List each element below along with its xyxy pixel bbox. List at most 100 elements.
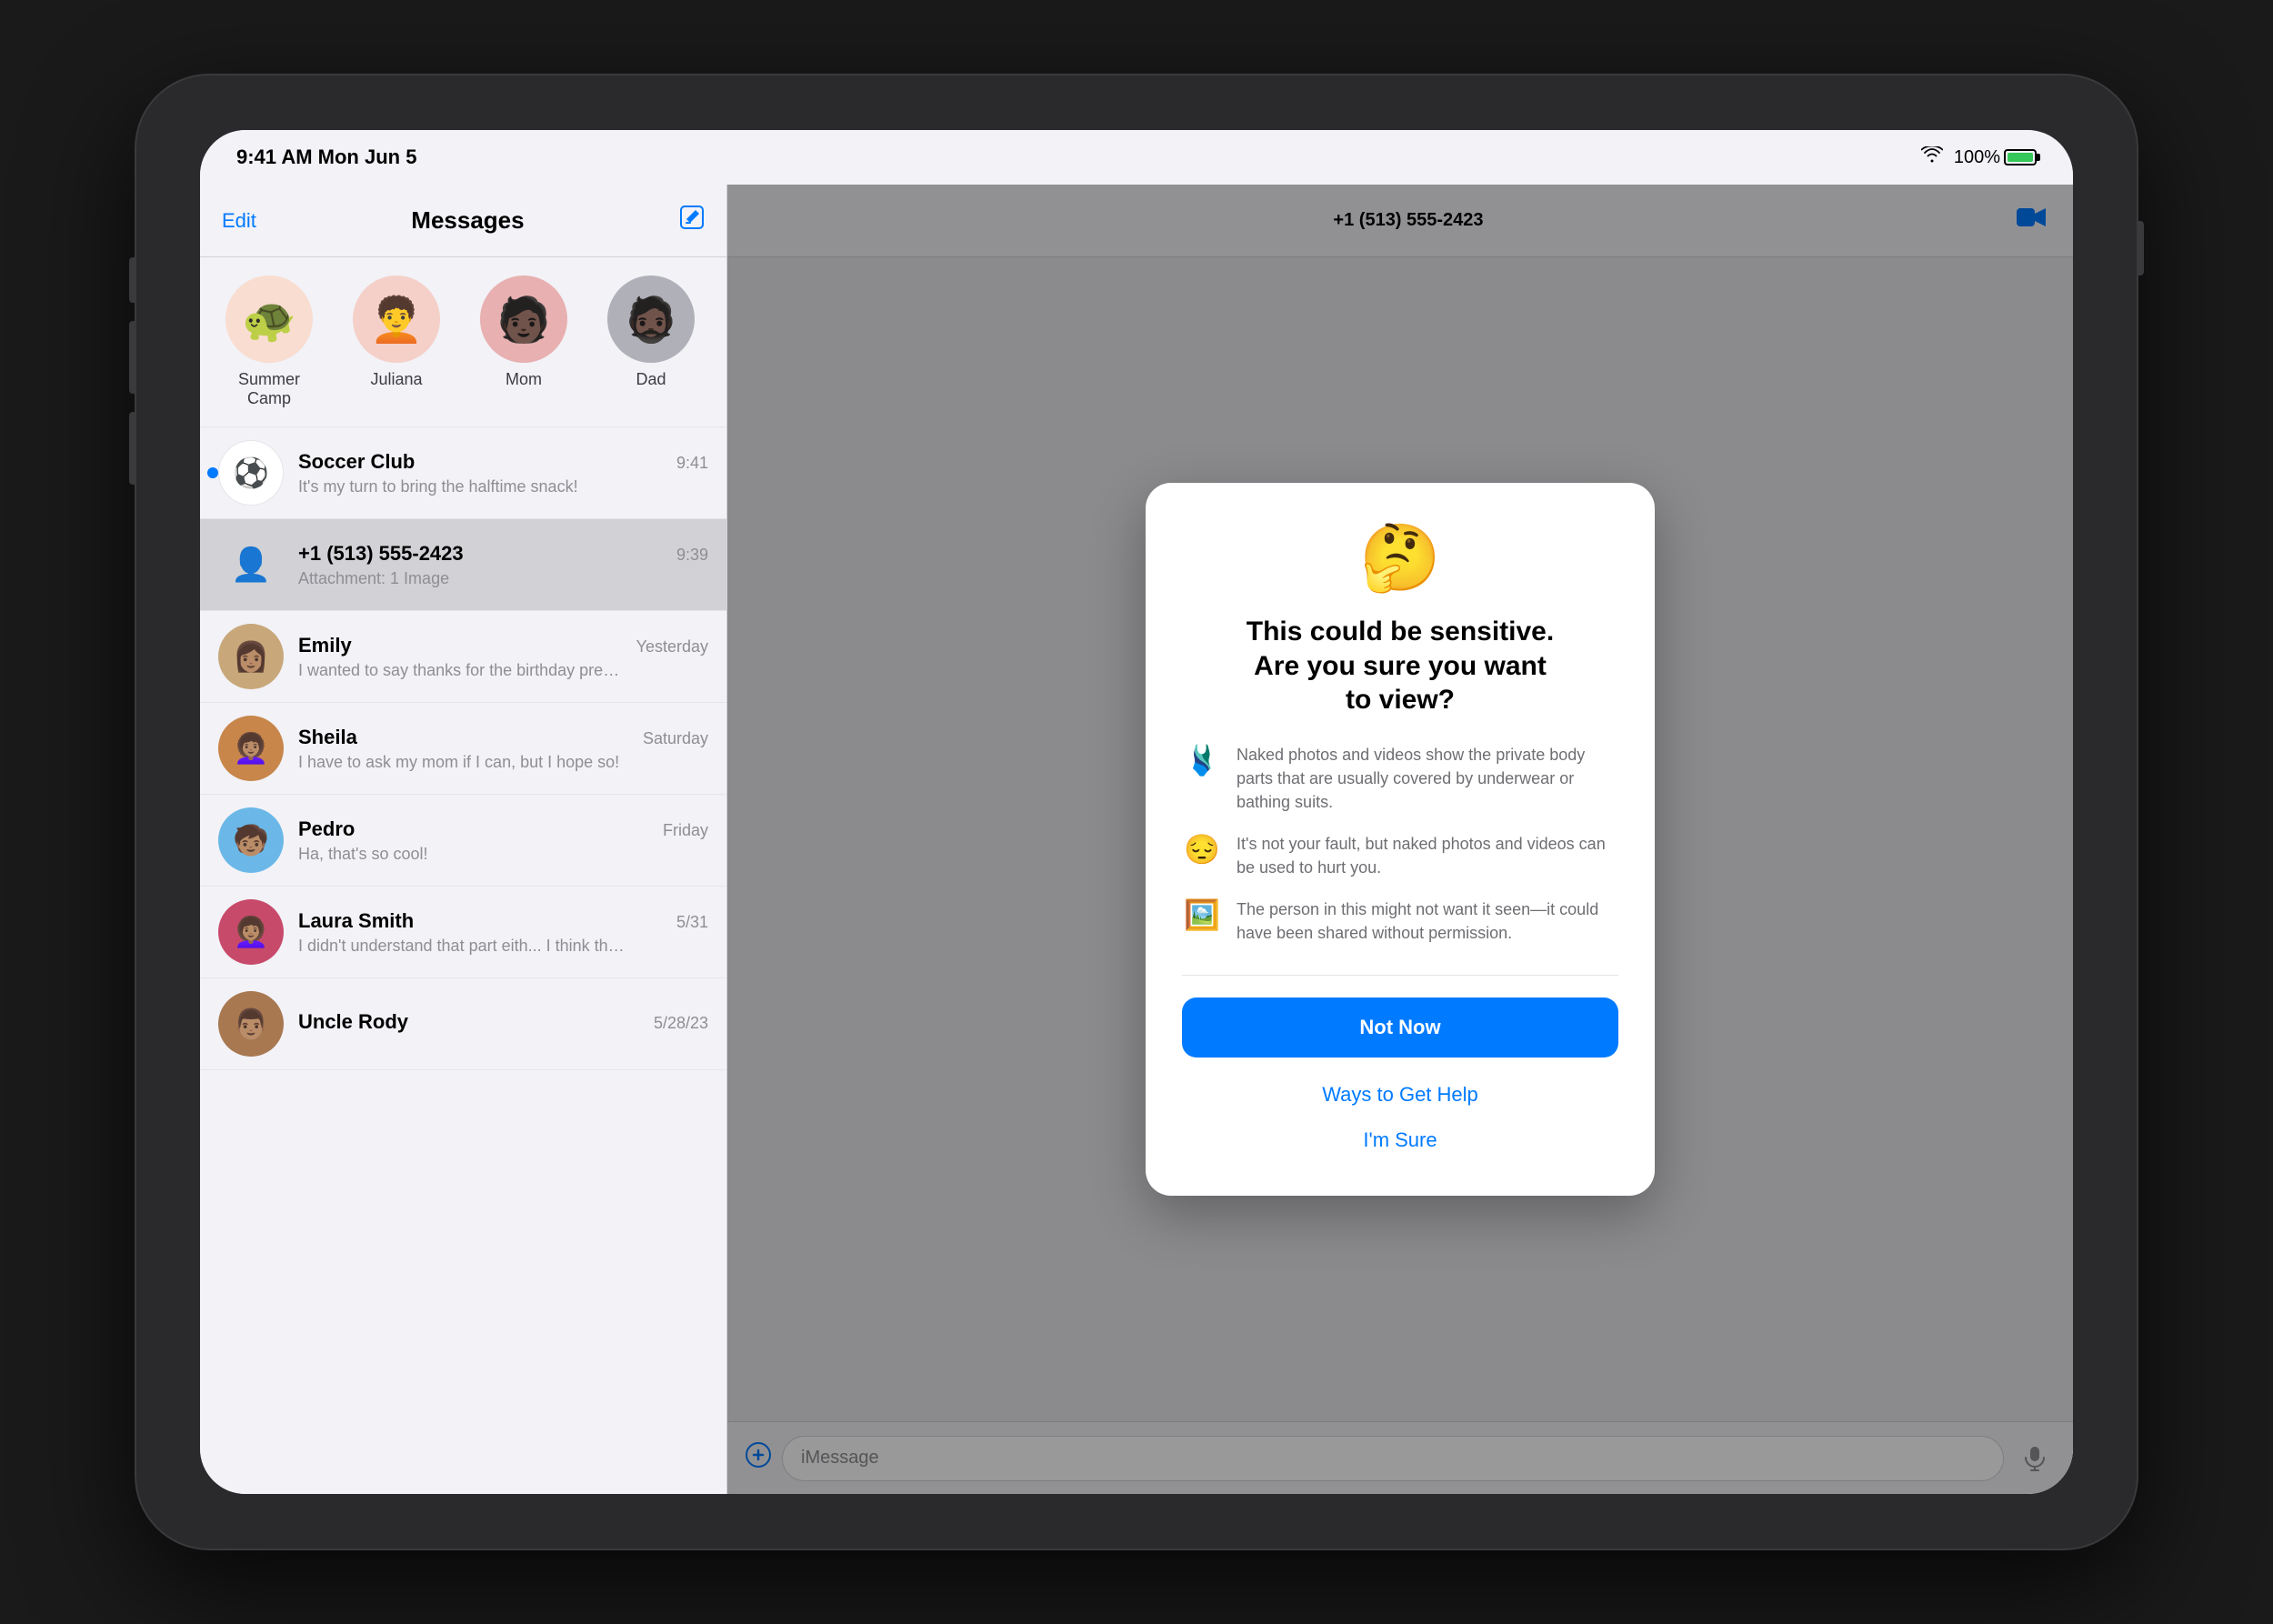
contact-name-mom: Mom bbox=[506, 370, 542, 389]
msg-content-soccer-club: Soccer Club 9:41 It's my turn to bring t… bbox=[298, 450, 708, 496]
edit-button[interactable]: Edit bbox=[222, 209, 256, 233]
avatar-summer-camp: 🐢 bbox=[225, 276, 313, 363]
msg-time-soccer-club: 9:41 bbox=[676, 454, 708, 473]
pinned-contacts: 🐢 Summer Camp 🧑‍🦱 Juliana 🧑🏿 Mom 🧔🏿 Dad bbox=[200, 257, 726, 427]
conversation-panel: +1 (513) 555-2423 bbox=[727, 185, 2073, 1494]
dialog-emoji: 🤔 bbox=[1182, 519, 1618, 596]
pinned-contact-mom[interactable]: 🧑🏿 Mom bbox=[469, 276, 578, 408]
msg-top: Sheila Saturday bbox=[298, 726, 708, 749]
messages-title: Messages bbox=[411, 206, 524, 235]
msg-content-sheila: Sheila Saturday I have to ask my mom if … bbox=[298, 726, 708, 772]
message-item-phone-number[interactable]: 👤 +1 (513) 555-2423 9:39 Attachment: 1 I… bbox=[200, 519, 726, 611]
message-item-soccer-club[interactable]: ⚽ Soccer Club 9:41 It's my turn to bring… bbox=[200, 427, 726, 519]
messages-sidebar: Edit Messages 🐢 Summer Camp bbox=[200, 185, 727, 1494]
msg-time-laura: 5/31 bbox=[676, 913, 708, 932]
message-item-emily[interactable]: 👩🏽 Emily Yesterday I wanted to say thank… bbox=[200, 611, 726, 703]
msg-name-soccer-club: Soccer Club bbox=[298, 450, 415, 474]
msg-name-emily: Emily bbox=[298, 634, 352, 657]
avatar-mom: 🧑🏿 bbox=[480, 276, 567, 363]
reason-emoji-3: 🖼️ bbox=[1182, 897, 1222, 932]
message-item-sheila[interactable]: 👩🏽‍🦱 Sheila Saturday I have to ask my mo… bbox=[200, 703, 726, 795]
volume-down-button[interactable] bbox=[129, 321, 136, 394]
battery-indicator: 100% bbox=[1954, 147, 2037, 168]
dialog-reason-3: 🖼️ The person in this might not want it … bbox=[1182, 897, 1618, 945]
avatar-dad: 🧔🏿 bbox=[607, 276, 695, 363]
compose-button[interactable] bbox=[679, 205, 705, 236]
messages-header: Edit Messages bbox=[200, 185, 726, 257]
avatar-juliana: 🧑‍🦱 bbox=[353, 276, 440, 363]
msg-top: Soccer Club 9:41 bbox=[298, 450, 708, 474]
reason-text-1: Naked photos and videos show the private… bbox=[1237, 743, 1618, 814]
msg-avatar-emily: 👩🏽 bbox=[218, 624, 284, 689]
status-bar: 9:41 AM Mon Jun 5 100% bbox=[200, 130, 2073, 185]
msg-content-emily: Emily Yesterday I wanted to say thanks f… bbox=[298, 634, 708, 680]
wifi-icon bbox=[1921, 146, 1943, 168]
dialog-separator bbox=[1182, 975, 1618, 976]
msg-time-sheila: Saturday bbox=[643, 729, 708, 748]
msg-avatar-sheila: 👩🏽‍🦱 bbox=[218, 716, 284, 781]
contact-name-dad: Dad bbox=[636, 370, 666, 389]
sensitive-content-dialog: 🤔 This could be sensitive.Are you sure y… bbox=[1146, 483, 1655, 1195]
message-item-pedro[interactable]: 🧒🏽 Pedro Friday Ha, that's so cool! bbox=[200, 795, 726, 887]
msg-avatar-pedro: 🧒🏽 bbox=[218, 807, 284, 873]
msg-name-pedro: Pedro bbox=[298, 817, 355, 841]
msg-time-pedro: Friday bbox=[663, 821, 708, 840]
dialog-reason-1: 🩱 Naked photos and videos show the priva… bbox=[1182, 743, 1618, 814]
status-time: 9:41 AM Mon Jun 5 bbox=[236, 145, 416, 169]
msg-top: Laura Smith 5/31 bbox=[298, 909, 708, 933]
msg-time-emily: Yesterday bbox=[636, 637, 708, 657]
msg-name-uncle-rody: Uncle Rody bbox=[298, 1010, 408, 1034]
ipad-screen: 9:41 AM Mon Jun 5 100% bbox=[200, 130, 2073, 1494]
msg-preview-soccer-club: It's my turn to bring the halftime snack… bbox=[298, 477, 626, 496]
msg-preview-emily: I wanted to say thanks for the birthday … bbox=[298, 661, 626, 680]
msg-avatar-soccer-club: ⚽ bbox=[218, 440, 284, 506]
unread-dot bbox=[207, 467, 218, 478]
msg-preview-phone: Attachment: 1 Image bbox=[298, 569, 626, 588]
dialog-reason-2: 😔 It's not your fault, but naked photos … bbox=[1182, 832, 1618, 879]
status-right: 100% bbox=[1921, 146, 2037, 168]
msg-time-uncle-rody: 5/28/23 bbox=[654, 1014, 708, 1033]
main-content: Edit Messages 🐢 Summer Camp bbox=[200, 185, 2073, 1494]
msg-name-laura: Laura Smith bbox=[298, 909, 414, 933]
msg-top: Uncle Rody 5/28/23 bbox=[298, 1010, 708, 1034]
not-now-button[interactable]: Not Now bbox=[1182, 997, 1618, 1058]
ways-to-get-help-button[interactable]: Ways to Get Help bbox=[1182, 1072, 1618, 1118]
mute-button[interactable] bbox=[129, 412, 136, 485]
msg-content-phone: +1 (513) 555-2423 9:39 Attachment: 1 Ima… bbox=[298, 542, 708, 588]
msg-avatar-uncle-rody: 👨🏽 bbox=[218, 991, 284, 1057]
dialog-title: This could be sensitive.Are you sure you… bbox=[1182, 615, 1618, 717]
reason-emoji-1: 🩱 bbox=[1182, 743, 1222, 777]
power-button[interactable] bbox=[2137, 221, 2144, 276]
battery-icon bbox=[2004, 149, 2037, 165]
ipad-shell: 9:41 AM Mon Jun 5 100% bbox=[136, 75, 2137, 1549]
dialog-reasons: 🩱 Naked photos and videos show the priva… bbox=[1182, 743, 1618, 946]
message-list: ⚽ Soccer Club 9:41 It's my turn to bring… bbox=[200, 427, 726, 1494]
msg-content-uncle-rody: Uncle Rody 5/28/23 bbox=[298, 1010, 708, 1038]
msg-top: Emily Yesterday bbox=[298, 634, 708, 657]
contact-name-juliana: Juliana bbox=[370, 370, 422, 389]
battery-fill bbox=[2008, 153, 2033, 162]
reason-text-2: It's not your fault, but naked photos an… bbox=[1237, 832, 1618, 879]
msg-time-phone: 9:39 bbox=[676, 546, 708, 565]
msg-name-sheila: Sheila bbox=[298, 726, 357, 749]
msg-avatar-laura: 👩🏽‍🦱 bbox=[218, 899, 284, 965]
msg-content-pedro: Pedro Friday Ha, that's so cool! bbox=[298, 817, 708, 864]
pinned-contact-juliana[interactable]: 🧑‍🦱 Juliana bbox=[342, 276, 451, 408]
pinned-contact-summer-camp[interactable]: 🐢 Summer Camp bbox=[215, 276, 324, 408]
msg-preview-laura: I didn't understand that part eith... I … bbox=[298, 937, 626, 956]
msg-top: Pedro Friday bbox=[298, 817, 708, 841]
dialog-overlay: 🤔 This could be sensitive.Are you sure y… bbox=[727, 185, 2073, 1494]
msg-avatar-phone: 👤 bbox=[218, 532, 284, 597]
message-item-uncle-rody[interactable]: 👨🏽 Uncle Rody 5/28/23 bbox=[200, 978, 726, 1070]
msg-preview-sheila: I have to ask my mom if I can, but I hop… bbox=[298, 753, 626, 772]
msg-content-laura: Laura Smith 5/31 I didn't understand tha… bbox=[298, 909, 708, 956]
reason-emoji-2: 😔 bbox=[1182, 832, 1222, 867]
pinned-contact-dad[interactable]: 🧔🏿 Dad bbox=[596, 276, 706, 408]
volume-up-button[interactable] bbox=[129, 257, 136, 303]
msg-preview-pedro: Ha, that's so cool! bbox=[298, 845, 626, 864]
msg-top: +1 (513) 555-2423 9:39 bbox=[298, 542, 708, 566]
message-item-laura-smith[interactable]: 👩🏽‍🦱 Laura Smith 5/31 I didn't understan… bbox=[200, 887, 726, 978]
im-sure-button[interactable]: I'm Sure bbox=[1182, 1118, 1618, 1163]
battery-percent: 100% bbox=[1954, 147, 2000, 168]
msg-name-phone: +1 (513) 555-2423 bbox=[298, 542, 464, 566]
